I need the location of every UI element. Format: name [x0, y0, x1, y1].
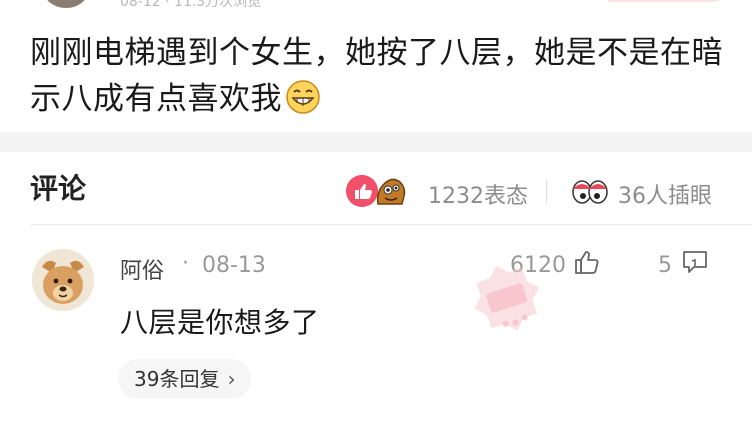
replies-label: 39条回复 — [134, 367, 220, 391]
peek-eyes-icon — [572, 180, 608, 204]
comments-header: 评论 1232表态 36人插眼 — [0, 152, 752, 224]
post-body: 刚刚电梯遇到个女生，她按了八层，她是不是在暗示八成有点喜欢我 — [30, 30, 730, 122]
post-text: 刚刚电梯遇到个女生，她按了八层，她是不是在暗示八成有点喜欢我 — [30, 35, 723, 117]
section-divider — [0, 132, 752, 152]
header-separator — [546, 180, 547, 202]
follow-button[interactable] — [604, 0, 722, 2]
grin-emoji-icon — [286, 80, 320, 114]
comments-title: 评论 — [30, 172, 87, 205]
view-replies-button[interactable]: 39条回复 › — [118, 359, 252, 399]
peek-count: 36人插眼 — [618, 184, 712, 209]
dog-avatar-icon — [32, 249, 94, 311]
reaction-summary[interactable]: 1232表态 36人插眼 — [346, 174, 736, 209]
poster-avatar[interactable] — [44, 0, 88, 8]
reactions-count: 1232表态 — [428, 184, 528, 209]
thumbs-up-icon[interactable] — [572, 247, 602, 277]
commenter-avatar[interactable] — [32, 249, 94, 311]
comment-text: 八层是你想多了 — [120, 306, 320, 339]
monster-reaction-icon — [376, 178, 406, 205]
comment-item: 阿俗 · 08-13 6120 5 八层是你想多了 39条回复 › — [0, 225, 752, 424]
comment-date: 08-13 — [202, 253, 266, 278]
stamp-watermark — [474, 265, 540, 331]
comment-bubble-icon[interactable] — [680, 247, 710, 277]
comment-username[interactable]: 阿俗 — [120, 253, 164, 285]
post-meta: 08-12 · 11.3万次浏览 — [120, 0, 262, 10]
comment-reply-count: 5 — [658, 253, 672, 278]
meta-dot: · — [182, 251, 189, 276]
previous-post-header: 08-12 · 11.3万次浏览 — [0, 0, 752, 14]
chevron-right-icon: › — [227, 367, 236, 391]
